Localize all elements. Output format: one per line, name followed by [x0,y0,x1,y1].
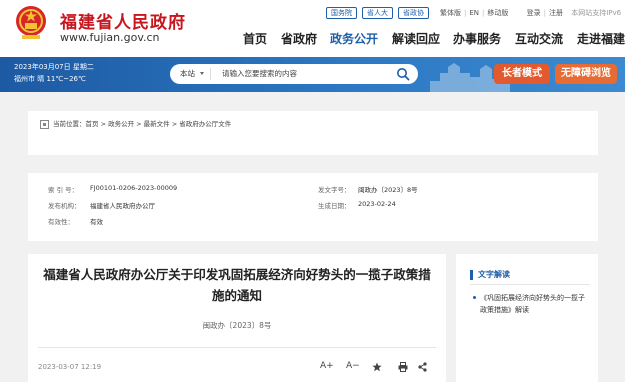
nav-services[interactable]: 办事服务 [453,30,501,47]
index-label: 索 引 号： [48,186,79,194]
national-emblem-icon [16,6,46,39]
search-icon[interactable] [396,67,410,81]
ipv6-note: 本网站支持IPv6 [571,9,622,17]
docnum-label: 发文字号： [318,186,351,194]
util-links: 繁体版 | EN | 移动版 登录 | 注册 本网站支持IPv6 [440,9,622,17]
search-scope[interactable]: 本站 [180,68,195,79]
nav-government[interactable]: 省政府 [281,30,317,47]
document-metadata: 索 引 号： FJ00101-0206-2023-00009 发文字号： 闽政办… [28,173,598,241]
article-title: 福建省人民政府办公厅关于印发巩固拓展经济向好势头的一揽子政策措施的通知 [43,267,431,303]
link-provincial-cppcc[interactable]: 省政协 [398,7,429,19]
date-label: 生成日期： [318,202,351,210]
search-input[interactable]: 请输入您要搜索的内容 [222,68,297,79]
date-value: 2023-02-24 [358,200,396,208]
link-login[interactable]: 登录 [527,9,541,17]
validity-label: 有效性： [48,218,74,226]
divider [210,68,211,80]
validity-value: 有效 [90,218,103,226]
search-box[interactable]: 本站 请输入您要搜索的内容 [170,64,418,84]
link-state-council[interactable]: 国务院 [326,7,357,19]
divider [470,284,590,285]
nav-gov-affairs[interactable]: 政务公开 [330,30,378,47]
sidebar-title: 文字解读 [478,270,510,279]
index-value: FJ00101-0206-2023-00009 [90,184,178,192]
related-sidebar: 文字解读 《巩固拓展经济向好势头的一揽子政策措施》解读 [456,254,598,382]
nav-home[interactable]: 首页 [243,30,267,47]
nav-fujian[interactable]: 走进福建 [577,30,625,47]
date-weather: 2023年03月07日 星期二 福州市 晴 11℃~26℃ [14,61,94,85]
site-url: www.fujian.gov.cn [60,31,160,44]
location-icon [40,120,49,129]
nav-interaction[interactable]: 互动交流 [515,30,563,47]
font-decrease-button[interactable]: A− [346,360,360,372]
nav-interpretation[interactable]: 解读回应 [392,30,440,47]
docnum-value: 闽政办〔2023〕8号 [358,186,418,194]
link-provincial-congress[interactable]: 省人大 [362,7,393,19]
publish-date: 2023-03-07 12:19 [38,363,102,371]
site-header: 福建省人民政府 www.fujian.gov.cn 国务院 省人大 省政协 繁体… [0,0,625,57]
article-card: 福建省人民政府办公厅关于印发巩固拓展经济向好势头的一揽子政策措施的通知 闽政办〔… [28,254,446,382]
link-traditional[interactable]: 繁体版 [440,9,461,17]
print-icon[interactable] [398,362,408,372]
banner: 2023年03月07日 星期二 福州市 晴 11℃~26℃ 本站 请输入您要搜索… [0,57,625,92]
chevron-down-icon[interactable] [200,72,204,75]
link-register[interactable]: 注册 [549,9,563,17]
font-increase-button[interactable]: A+ [320,360,334,372]
star-icon[interactable] [372,362,382,372]
bullet-icon [473,296,476,299]
elder-mode-button[interactable]: 长者模式 [494,64,550,84]
interpretation-link[interactable]: 《巩固拓展经济向好势头的一揽子政策措施》解读 [480,292,590,316]
issuer-value: 福建省人民政府办公厅 [90,202,155,210]
accessible-browse-button[interactable]: 无障碍浏览 [555,64,617,84]
accent-bar [470,270,473,280]
breadcrumb[interactable]: 当前位置：首页 > 政务公开 > 最新文件 > 省政府办公厅文件 [53,119,231,130]
issuer-label: 发布机构： [48,202,81,210]
site-title[interactable]: 福建省人民政府 [60,8,186,33]
link-mobile[interactable]: 移动版 [487,9,508,17]
share-icon[interactable] [418,362,427,372]
breadcrumb-card: 当前位置：首页 > 政务公开 > 最新文件 > 省政府办公厅文件 [28,111,598,155]
article-doc-number: 闽政办〔2023〕8号 [202,321,272,330]
link-english[interactable]: EN [469,9,479,17]
weather: 福州市 晴 11℃~26℃ [14,75,86,83]
divider [38,347,436,348]
current-date: 2023年03月07日 星期二 [14,63,94,71]
